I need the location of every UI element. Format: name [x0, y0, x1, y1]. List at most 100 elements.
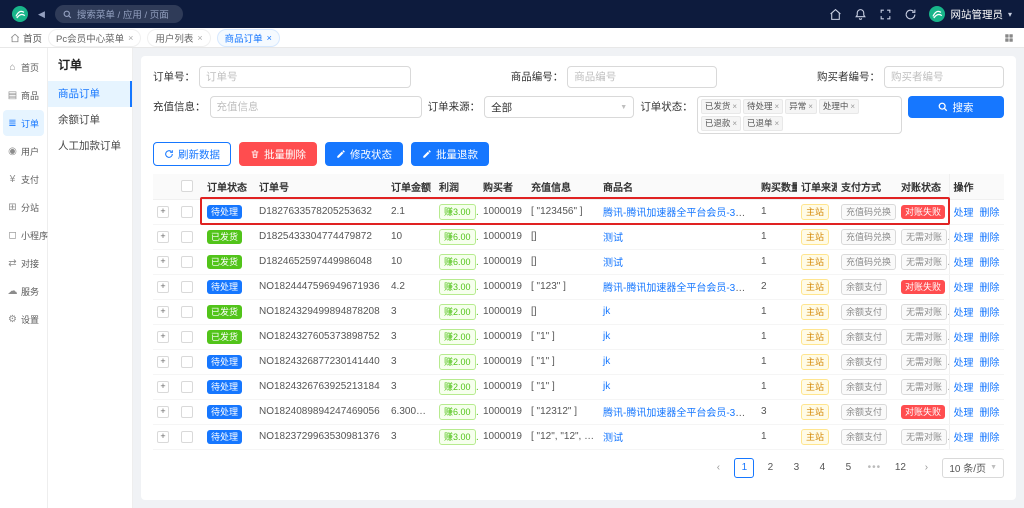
- order-no-input[interactable]: [199, 66, 411, 88]
- tab-home[interactable]: 首页: [10, 31, 42, 45]
- search-button[interactable]: 搜索: [908, 96, 1004, 118]
- select-all-checkbox[interactable]: [181, 180, 193, 192]
- delete-link[interactable]: 删除: [980, 358, 1000, 369]
- row-checkbox[interactable]: [181, 256, 193, 268]
- delete-link[interactable]: 删除: [980, 258, 1000, 269]
- expand-row-button[interactable]: +: [157, 231, 169, 243]
- sidebar-item-dock[interactable]: ⇄对接: [3, 250, 44, 276]
- status-multiselect[interactable]: 已发货×待处理×异常×处理中× 已退款×已退单×: [697, 96, 902, 134]
- expand-row-button[interactable]: +: [157, 381, 169, 393]
- sidebar-item-substation[interactable]: ⊞分站: [3, 194, 44, 220]
- status-filter-tag[interactable]: 已退款×: [701, 116, 741, 131]
- handle-link[interactable]: 处理: [954, 283, 974, 294]
- batch-refund-button[interactable]: 批量退款: [411, 142, 489, 166]
- handle-link[interactable]: 处理: [954, 208, 974, 219]
- sidebar-item-users[interactable]: ◉用户: [3, 138, 44, 164]
- status-filter-tag[interactable]: 已退单×: [743, 116, 783, 131]
- expand-row-button[interactable]: +: [157, 331, 169, 343]
- delete-link[interactable]: 删除: [980, 283, 1000, 294]
- row-checkbox[interactable]: [181, 306, 193, 318]
- handle-link[interactable]: 处理: [954, 233, 974, 244]
- layout-grid-icon[interactable]: [1004, 33, 1014, 43]
- home-icon[interactable]: [829, 8, 842, 21]
- close-icon[interactable]: ×: [732, 117, 737, 130]
- tab-item-0[interactable]: Pc会员中心菜单×: [48, 29, 141, 47]
- close-icon[interactable]: ×: [267, 33, 272, 43]
- expand-row-button[interactable]: +: [157, 256, 169, 268]
- prev-page-button[interactable]: ‹: [708, 458, 728, 478]
- expand-row-button[interactable]: +: [157, 281, 169, 293]
- close-icon[interactable]: ×: [775, 117, 780, 130]
- handle-link[interactable]: 处理: [954, 308, 974, 319]
- batch-delete-button[interactable]: 批量删除: [239, 142, 317, 166]
- handle-link[interactable]: 处理: [954, 383, 974, 394]
- product-link[interactable]: jk: [603, 306, 610, 317]
- handle-link[interactable]: 处理: [954, 333, 974, 344]
- status-filter-tag[interactable]: 异常×: [785, 99, 817, 114]
- page-size-select[interactable]: 10 条/页▼: [942, 458, 1004, 478]
- row-checkbox[interactable]: [181, 431, 193, 443]
- expand-row-button[interactable]: +: [157, 206, 169, 218]
- close-icon[interactable]: ×: [775, 100, 780, 113]
- row-checkbox[interactable]: [181, 356, 193, 368]
- sidebar-item-payment[interactable]: ¥支付: [3, 166, 44, 192]
- sidebar-item-goods[interactable]: ▤商品: [3, 82, 44, 108]
- sidebar-item-orders[interactable]: ≣订单: [3, 110, 44, 136]
- handle-link[interactable]: 处理: [954, 258, 974, 269]
- expand-row-button[interactable]: +: [157, 431, 169, 443]
- delete-link[interactable]: 删除: [980, 433, 1000, 444]
- submenu-item-manual-orders[interactable]: 人工加款订单: [48, 133, 132, 159]
- close-icon[interactable]: ×: [808, 100, 813, 113]
- product-no-input[interactable]: [567, 66, 717, 88]
- handle-link[interactable]: 处理: [954, 408, 974, 419]
- page-button-12[interactable]: 12: [890, 458, 910, 478]
- global-search-input[interactable]: 搜索菜单 / 应用 / 页面: [55, 5, 183, 23]
- expand-row-button[interactable]: +: [157, 356, 169, 368]
- delete-link[interactable]: 删除: [980, 408, 1000, 419]
- row-checkbox[interactable]: [181, 206, 193, 218]
- tab-item-1[interactable]: 用户列表×: [147, 29, 210, 47]
- submenu-item-balance-orders[interactable]: 余额订单: [48, 107, 132, 133]
- handle-link[interactable]: 处理: [954, 433, 974, 444]
- product-link[interactable]: 腾讯-腾讯加速器全平台会员-3天-元-直充 (充QQ号): [603, 208, 757, 219]
- delete-link[interactable]: 删除: [980, 308, 1000, 319]
- admin-menu[interactable]: 网站管理员 ▾: [929, 6, 1012, 22]
- close-icon[interactable]: ×: [850, 100, 855, 113]
- delete-link[interactable]: 删除: [980, 208, 1000, 219]
- status-filter-tag[interactable]: 待处理×: [743, 99, 783, 114]
- refresh-icon[interactable]: [904, 8, 917, 21]
- tab-item-2[interactable]: 商品订单×: [217, 29, 280, 47]
- recharge-input[interactable]: [210, 96, 422, 118]
- product-link[interactable]: jk: [603, 331, 610, 342]
- product-link[interactable]: jk: [603, 356, 610, 367]
- refresh-data-button[interactable]: 刷新数据: [153, 142, 231, 166]
- expand-row-button[interactable]: +: [157, 406, 169, 418]
- page-button-5[interactable]: 5: [838, 458, 858, 478]
- sidebar-item-miniapp[interactable]: ◻小程序: [3, 222, 44, 248]
- status-filter-tag[interactable]: 已发货×: [701, 99, 741, 114]
- page-button-3[interactable]: 3: [786, 458, 806, 478]
- status-filter-tag[interactable]: 处理中×: [819, 99, 859, 114]
- close-icon[interactable]: ×: [197, 33, 202, 43]
- buyer-no-input[interactable]: [884, 66, 1004, 88]
- product-link[interactable]: 测试: [603, 258, 623, 269]
- delete-link[interactable]: 删除: [980, 383, 1000, 394]
- sidebar-item-settings[interactable]: ⚙设置: [3, 306, 44, 332]
- sidebar-item-services[interactable]: ☁服务: [3, 278, 44, 304]
- product-link[interactable]: 测试: [603, 233, 623, 244]
- row-checkbox[interactable]: [181, 381, 193, 393]
- sidebar-item-home[interactable]: ⌂首页: [3, 54, 44, 80]
- product-link[interactable]: 测试: [603, 433, 623, 444]
- close-icon[interactable]: ×: [732, 100, 737, 113]
- row-checkbox[interactable]: [181, 331, 193, 343]
- handle-link[interactable]: 处理: [954, 358, 974, 369]
- product-link[interactable]: 腾讯-腾讯加速器全平台会员-3天-元-直充 (充QQ号): [603, 408, 757, 419]
- row-checkbox[interactable]: [181, 281, 193, 293]
- next-page-button[interactable]: ›: [916, 458, 936, 478]
- page-button-2[interactable]: 2: [760, 458, 780, 478]
- delete-link[interactable]: 删除: [980, 233, 1000, 244]
- expand-row-button[interactable]: +: [157, 306, 169, 318]
- sidebar-collapse-icon[interactable]: ◀: [38, 9, 45, 20]
- page-button-4[interactable]: 4: [812, 458, 832, 478]
- delete-link[interactable]: 删除: [980, 333, 1000, 344]
